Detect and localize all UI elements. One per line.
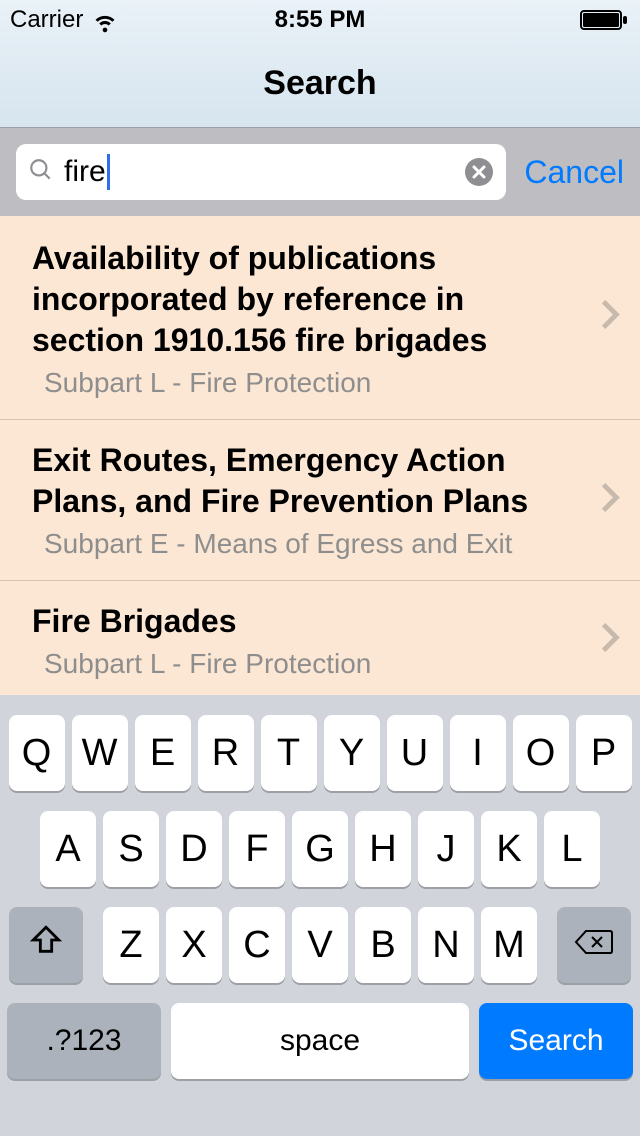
chevron-right-icon [600, 299, 620, 336]
key-b[interactable]: B [355, 907, 411, 983]
key-q[interactable]: Q [9, 715, 65, 791]
battery-icon [580, 10, 630, 30]
key-l[interactable]: L [544, 811, 600, 887]
wifi-icon [91, 6, 119, 34]
key-p[interactable]: P [576, 715, 632, 791]
result-title: Fire Brigades [32, 601, 580, 642]
key-m[interactable]: M [481, 907, 537, 983]
search-key[interactable]: Search [479, 1003, 633, 1079]
chevron-right-icon [600, 622, 620, 659]
key-d[interactable]: D [166, 811, 222, 887]
shift-key[interactable] [9, 907, 83, 983]
keyboard: Q W E R T Y U I O P A S D F G H J K L Z … [0, 695, 640, 1136]
result-title: Availability of publications incorporate… [32, 238, 580, 361]
key-o[interactable]: O [513, 715, 569, 791]
key-r[interactable]: R [198, 715, 254, 791]
keyboard-row-1: Q W E R T Y U I O P [7, 715, 633, 791]
result-item[interactable]: Fire Brigades Subpart L - Fire Protectio… [0, 581, 640, 696]
keyboard-row-2: A S D F G H J K L [7, 811, 633, 887]
result-title: Exit Routes, Emergency Action Plans, and… [32, 440, 580, 522]
key-c[interactable]: C [229, 907, 285, 983]
key-z[interactable]: Z [103, 907, 159, 983]
key-k[interactable]: K [481, 811, 537, 887]
space-key[interactable]: space [171, 1003, 469, 1079]
key-j[interactable]: J [418, 811, 474, 887]
key-f[interactable]: F [229, 811, 285, 887]
result-item[interactable]: Availability of publications incorporate… [0, 216, 640, 420]
status-left: Carrier [10, 6, 119, 34]
search-icon [28, 157, 54, 188]
cancel-button[interactable]: Cancel [524, 154, 624, 191]
results-list: Availability of publications incorporate… [0, 216, 640, 696]
key-t[interactable]: T [261, 715, 317, 791]
keyboard-row-3: Z X C V B N M [7, 907, 633, 983]
key-v[interactable]: V [292, 907, 348, 983]
result-subtitle: Subpart L - Fire Protection [32, 648, 580, 680]
key-a[interactable]: A [40, 811, 96, 887]
status-bar: Carrier 8:55 PM [0, 0, 640, 40]
search-bar: fire Cancel [0, 128, 640, 216]
text-cursor [107, 154, 110, 190]
shift-icon [29, 923, 63, 967]
key-e[interactable]: E [135, 715, 191, 791]
result-subtitle: Subpart L - Fire Protection [32, 367, 580, 399]
nav-header: Search [0, 40, 640, 128]
number-key[interactable]: .?123 [7, 1003, 161, 1079]
key-w[interactable]: W [72, 715, 128, 791]
key-x[interactable]: X [166, 907, 222, 983]
keyboard-row-4: .?123 space Search [7, 1003, 633, 1079]
search-input[interactable]: fire [16, 144, 506, 200]
clear-icon[interactable] [464, 157, 494, 187]
carrier-label: Carrier [10, 6, 83, 34]
chevron-right-icon [600, 481, 620, 518]
key-h[interactable]: H [355, 811, 411, 887]
search-text: fire [64, 154, 454, 190]
result-item[interactable]: Exit Routes, Emergency Action Plans, and… [0, 420, 640, 581]
page-title: Search [263, 64, 376, 103]
result-subtitle: Subpart E - Means of Egress and Exit [32, 528, 580, 560]
key-y[interactable]: Y [324, 715, 380, 791]
key-i[interactable]: I [450, 715, 506, 791]
backspace-icon [574, 924, 614, 967]
status-time: 8:55 PM [275, 6, 366, 34]
key-n[interactable]: N [418, 907, 474, 983]
key-g[interactable]: G [292, 811, 348, 887]
backspace-key[interactable] [557, 907, 631, 983]
key-u[interactable]: U [387, 715, 443, 791]
key-s[interactable]: S [103, 811, 159, 887]
